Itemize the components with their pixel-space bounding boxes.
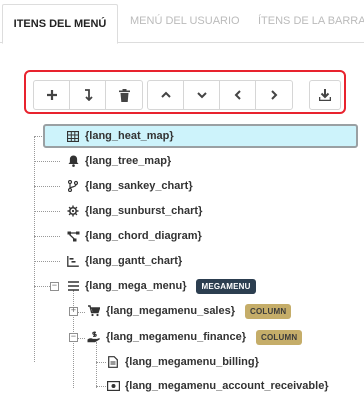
money-icon (106, 379, 120, 393)
tree-item-label: {lang_gantt_chart} (85, 255, 183, 267)
download-button[interactable] (310, 81, 340, 109)
tree-item-tree-map[interactable]: {lang_tree_map} (66, 149, 171, 173)
tree-item-gantt-chart[interactable]: {lang_gantt_chart} (66, 249, 182, 273)
menu-tree: {lang_heat_map} {lang_tree_map} {lang_sa… (0, 120, 364, 392)
insert-child-button[interactable] (70, 81, 106, 109)
share-nodes-icon (66, 229, 80, 243)
tree-connector (34, 236, 60, 237)
download-icon (319, 89, 331, 101)
move-down-button[interactable] (184, 81, 220, 109)
collapse-toggle[interactable]: − (50, 282, 59, 291)
tree-item-label: {lang_megamenu_finance} (106, 331, 246, 343)
bell-icon (66, 154, 80, 168)
bars-icon (66, 279, 80, 293)
indent-button[interactable] (256, 81, 292, 109)
tree-item-label: {lang_sunburst_chart} (85, 205, 203, 217)
chevron-left-icon (234, 90, 241, 100)
column-badge: COLUMN (256, 329, 303, 345)
hand-dollar-icon (87, 330, 101, 344)
tree-item-heat-map[interactable]: {lang_heat_map} (66, 124, 174, 148)
tree-toolbar (24, 70, 346, 114)
trash-icon (118, 88, 130, 102)
tab-menu-items[interactable]: ITENS DEL MENÚ (2, 4, 118, 44)
tree-item-label: {lang_tree_map} (85, 155, 172, 167)
tab-bar: ITENS DEL MENÚ MENÚ DEL USUARIO ÍTENS DE… (0, 0, 364, 44)
delete-item-button[interactable] (106, 81, 142, 109)
tab-user-menu[interactable]: MENÚ DEL USUARIO (130, 0, 240, 42)
megamenu-badge: MEGAMENU (196, 278, 256, 294)
tree-connector (96, 386, 106, 387)
indent-arrow-icon (84, 89, 93, 101)
tree-item-sankey-chart[interactable]: {lang_sankey_chart} (66, 174, 193, 198)
chevron-right-icon (271, 90, 278, 100)
tree-item-label: {lang_sankey_chart} (85, 180, 193, 192)
code-branch-icon (66, 179, 80, 193)
collapse-toggle[interactable]: − (69, 333, 78, 342)
move-button-group (147, 80, 293, 110)
tree-item-megamenu-sales[interactable]: {lang_megamenu_sales} COLUMN (87, 299, 292, 323)
tree-connector (34, 211, 60, 212)
tree-item-megamenu-billing[interactable]: {lang_megamenu_billing} (106, 350, 259, 374)
expand-toggle[interactable]: + (69, 307, 78, 316)
tree-connector (96, 362, 106, 363)
chevron-up-icon (160, 91, 171, 98)
column-badge: COLUMN (245, 303, 292, 319)
tree-item-chord-diagram[interactable]: {lang_chord_diagram} (66, 224, 202, 248)
tree-item-megamenu-account-receivable[interactable]: {lang_megamenu_account_receivable} (106, 374, 329, 398)
tree-item-sunburst-chart[interactable]: {lang_sunburst_chart} (66, 199, 202, 223)
tree-item-megamenu-finance[interactable]: {lang_megamenu_finance} COLUMN (87, 325, 303, 349)
cart-icon (87, 304, 101, 318)
gear-icon (66, 204, 80, 218)
tree-item-label: {lang_chord_diagram} (85, 230, 202, 242)
tree-connector (34, 186, 60, 187)
tree-item-label: {lang_heat_map} (85, 130, 174, 142)
tree-connector (34, 161, 60, 162)
tree-item-mega-menu[interactable]: {lang_mega_menu} MEGAMENU (66, 274, 256, 298)
outdent-button[interactable] (220, 81, 256, 109)
add-item-button[interactable] (34, 81, 70, 109)
tree-item-label: {lang_megamenu_account_receivable} (125, 380, 329, 392)
edit-button-group (33, 80, 143, 110)
chevron-down-icon (196, 92, 207, 99)
table-icon (66, 129, 80, 143)
tab-toolbar-items[interactable]: ÍTENS DE LA BARRA (258, 0, 364, 42)
gantt-chart-icon (66, 254, 80, 268)
tree-item-label: {lang_megamenu_sales} (106, 305, 236, 317)
move-up-button[interactable] (148, 81, 184, 109)
tree-connector (34, 136, 35, 362)
tree-connector (34, 261, 60, 262)
tree-item-label: {lang_megamenu_billing} (125, 356, 259, 368)
tree-item-label: {lang_mega_menu} (85, 280, 187, 292)
save-button-group (309, 80, 341, 110)
file-icon (106, 355, 120, 369)
plus-icon (46, 90, 57, 100)
